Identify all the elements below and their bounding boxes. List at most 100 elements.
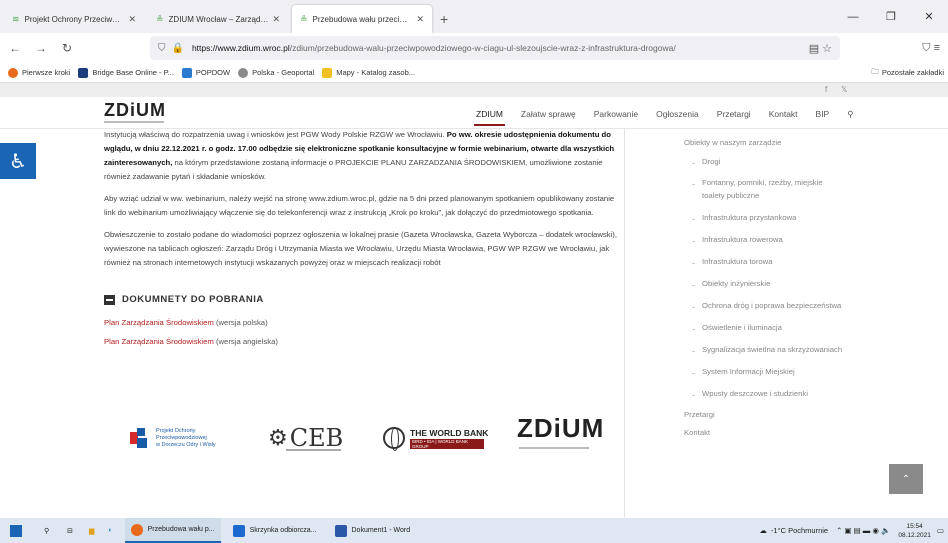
new-tab-button[interactable]: + bbox=[440, 5, 448, 33]
tab-projekt-ochrony[interactable]: ≋ Projekt Ochrony Przeciwpowod ✕ bbox=[4, 5, 144, 33]
sidebar-subitem[interactable]: Infrastruktura rowerowa bbox=[692, 235, 783, 244]
bookmark-item[interactable]: Mapy - Katalog zasob... bbox=[322, 67, 415, 78]
shield-icon[interactable]: ⛉ bbox=[158, 43, 166, 54]
project-cube-icon bbox=[130, 428, 150, 448]
world-bank-logo: THE WORLD BANK IBRD • IDA | WORLD BANK G… bbox=[383, 413, 488, 463]
sidebar-subitem[interactable]: Infrastruktura przystankowa bbox=[691, 213, 796, 222]
sidebar-subitem[interactable]: Drogi bbox=[691, 157, 720, 166]
clock-date: 08.12.2021 bbox=[898, 531, 931, 539]
geoportal-icon bbox=[238, 67, 249, 78]
notifications-icon[interactable]: ▭ bbox=[937, 526, 944, 535]
sidebar-item-kontakt[interactable]: Kontakt bbox=[684, 428, 710, 437]
tab-przebudowa[interactable]: ≗ Przebudowa wału przeciwpowo ✕ bbox=[292, 5, 432, 33]
globe-icon bbox=[383, 427, 405, 451]
bookmarks-bar: Pierwsze kroki Bridge Base Online - P...… bbox=[0, 63, 948, 83]
browser-navbar: ← → ↻ ⛉ 🔒 https://www.zdium.wroc.pl/zdiu… bbox=[0, 33, 948, 63]
bookmark-label: POPDOW bbox=[195, 68, 231, 77]
sidebar-subitem[interactable]: Ochrona dróg i poprawa bezpieczeństwa bbox=[691, 301, 841, 310]
site-logo[interactable]: ZDiUM bbox=[104, 100, 166, 121]
minimize-icon[interactable]: — bbox=[834, 11, 872, 23]
taskbar-app-firefox[interactable]: Przebudowa wału p... bbox=[124, 518, 221, 543]
url-text: https://www.zdium.wroc.pl/zdium/przebudo… bbox=[192, 43, 676, 53]
project-logo: Projekt Ochrony Przeciwpowodziowej w Dor… bbox=[130, 413, 240, 463]
tray-icons[interactable]: ⌃ ▣ ▤ ▬ ◉ 🔈 bbox=[836, 526, 890, 535]
sidebar-subitem-cont[interactable]: toalety publiczne bbox=[702, 191, 759, 200]
scroll-to-top-button[interactable]: ⌃ bbox=[889, 464, 923, 494]
menu-item-kontakt[interactable]: Kontakt bbox=[769, 109, 798, 120]
close-window-icon[interactable]: ✕ bbox=[910, 10, 948, 23]
download-link-english[interactable]: Plan Zarządzania Środowiskiem bbox=[104, 337, 214, 346]
bookmark-item[interactable]: Bridge Base Online - P... bbox=[78, 67, 174, 78]
zdium-footer-subline bbox=[519, 447, 589, 449]
restore-icon[interactable]: ❐ bbox=[872, 10, 910, 23]
clock[interactable]: 15:54 08.12.2021 bbox=[898, 522, 931, 540]
search-icon[interactable]: ⚲ bbox=[847, 109, 853, 120]
sidebar-item-obiekty[interactable]: Obiekty w naszym zarządzie bbox=[684, 138, 781, 147]
mapy-icon bbox=[322, 67, 333, 78]
other-bookmarks-label: Pozostałe zakładki bbox=[881, 68, 944, 77]
paragraph-1: Instytucją właściwą do rozpatrzenia uwag… bbox=[104, 128, 619, 184]
outlook-icon bbox=[232, 524, 245, 537]
address-bar[interactable]: ⛉ 🔒 https://www.zdium.wroc.pl/zdium/prze… bbox=[150, 36, 840, 60]
task-view-icon[interactable]: ⊟ bbox=[67, 527, 73, 535]
sidebar-subitem[interactable]: Sygnalizacja świetlna na skrzyżowaniach bbox=[691, 345, 842, 354]
download-link-polish[interactable]: Plan Zarządzania Środowiskiem bbox=[104, 318, 214, 327]
paragraph-2: Aby wziąć udział w ww. webinarium, należ… bbox=[104, 194, 615, 217]
chevron-up-icon: ⌃ bbox=[901, 473, 911, 485]
cloud-icon: ☁ bbox=[759, 526, 767, 535]
project-line: Przeciwpowodziowej bbox=[156, 434, 207, 441]
back-icon[interactable]: ← bbox=[4, 41, 26, 55]
facebook-icon[interactable]: f bbox=[825, 85, 827, 94]
sidebar-subitem[interactable]: Obiekty inżynierskie bbox=[691, 279, 770, 288]
menu-item-zalatw[interactable]: Załatw sprawę bbox=[521, 109, 576, 120]
sidebar-subitem[interactable]: Infrastruktura torowa bbox=[692, 257, 773, 266]
url-path: /zdium/przebudowa-walu-przeciwpowodziowe… bbox=[289, 43, 676, 53]
forward-icon[interactable]: → bbox=[30, 41, 52, 55]
pocket-menu-icons[interactable]: ⛉ ≡ bbox=[922, 42, 940, 55]
clock-time: 15:54 bbox=[906, 522, 923, 530]
lock-icon[interactable]: 🔒 bbox=[172, 43, 184, 54]
popdow-icon bbox=[181, 67, 192, 78]
windows-start-icon[interactable] bbox=[10, 524, 22, 537]
menu-item-parkowanie[interactable]: Parkowanie bbox=[594, 109, 638, 120]
file-explorer-icon[interactable]: ▆ bbox=[89, 527, 94, 535]
close-tab-icon[interactable]: ✕ bbox=[272, 14, 280, 25]
main-content: Instytucją właściwą do rozpatrzenia uwag… bbox=[104, 128, 619, 278]
reload-icon[interactable]: ↻ bbox=[56, 41, 78, 55]
bookmark-label: Polska - Geoportal bbox=[252, 68, 315, 77]
sidebar: Obiekty w naszym zarządzie Drogi Fontann… bbox=[624, 128, 948, 518]
bookmark-item[interactable]: Polska - Geoportal bbox=[238, 67, 315, 78]
bookmark-item[interactable]: POPDOW bbox=[181, 67, 231, 78]
ceb-text: CEB bbox=[289, 424, 344, 452]
taskbar-app-outlook[interactable]: Skrzynka odbiorcza... bbox=[227, 518, 323, 543]
edge-icon[interactable]: ◐ bbox=[108, 527, 112, 534]
bookmark-item[interactable]: Pierwsze kroki bbox=[8, 67, 70, 78]
sidebar-item-przetargi[interactable]: Przetargi bbox=[684, 410, 715, 419]
sidebar-subitem[interactable]: Fontanny, pomniki, rzeźby, miejskie bbox=[692, 178, 823, 187]
taskbar-app-word[interactable]: Dokument1 - Word bbox=[329, 518, 417, 543]
main-menu: ZDIUM Załatw sprawę Parkowanie Ogłoszeni… bbox=[474, 109, 871, 126]
close-tab-icon[interactable]: ✕ bbox=[416, 14, 424, 25]
site-header: ZDiUM ZDIUM Załatw sprawę Parkowanie Ogł… bbox=[0, 97, 948, 129]
downloads-heading: DOKUMNETY DO POBRANIA bbox=[104, 294, 264, 305]
folder-icon: 🗀 bbox=[871, 67, 879, 76]
close-tab-icon[interactable]: ✕ bbox=[128, 14, 136, 25]
menu-item-ogloszenia[interactable]: Ogłoszenia bbox=[656, 109, 699, 120]
menu-item-przetargi[interactable]: Przetargi bbox=[717, 109, 751, 120]
sidebar-subitem[interactable]: Wpusty deszczowe i studzienki bbox=[692, 389, 808, 398]
search-icon[interactable]: ⚲ bbox=[44, 527, 49, 535]
sidebar-subitem[interactable]: Oświetlenie i iluminacja bbox=[692, 323, 782, 332]
twitter-icon[interactable]: 𝕏 bbox=[841, 85, 847, 94]
tab-label: Projekt Ochrony Przeciwpowod bbox=[24, 14, 125, 24]
menu-item-bip[interactable]: BIP bbox=[816, 109, 830, 120]
accessibility-button[interactable]: ♿ bbox=[0, 143, 36, 179]
weather-text[interactable]: -1°C Pochmurnie bbox=[771, 526, 828, 535]
project-line: Projekt Ochrony bbox=[156, 427, 196, 434]
p1-text-a: Instytucją właściwą do rozpatrzenia uwag… bbox=[104, 130, 445, 139]
other-bookmarks[interactable]: 🗀 Pozostałe zakładki bbox=[871, 66, 944, 79]
tab-zdium[interactable]: ≗ ZDIUM Wrocław – Zarząd Dróg ✕ bbox=[148, 5, 288, 33]
tab-favicon-icon: ≗ bbox=[156, 13, 164, 24]
sidebar-subitem[interactable]: System Informacji Miejskiej bbox=[692, 367, 795, 376]
menu-item-zdium[interactable]: ZDIUM bbox=[474, 109, 505, 126]
reader-bookmark-icons[interactable]: ▤ ☆ bbox=[809, 42, 832, 55]
